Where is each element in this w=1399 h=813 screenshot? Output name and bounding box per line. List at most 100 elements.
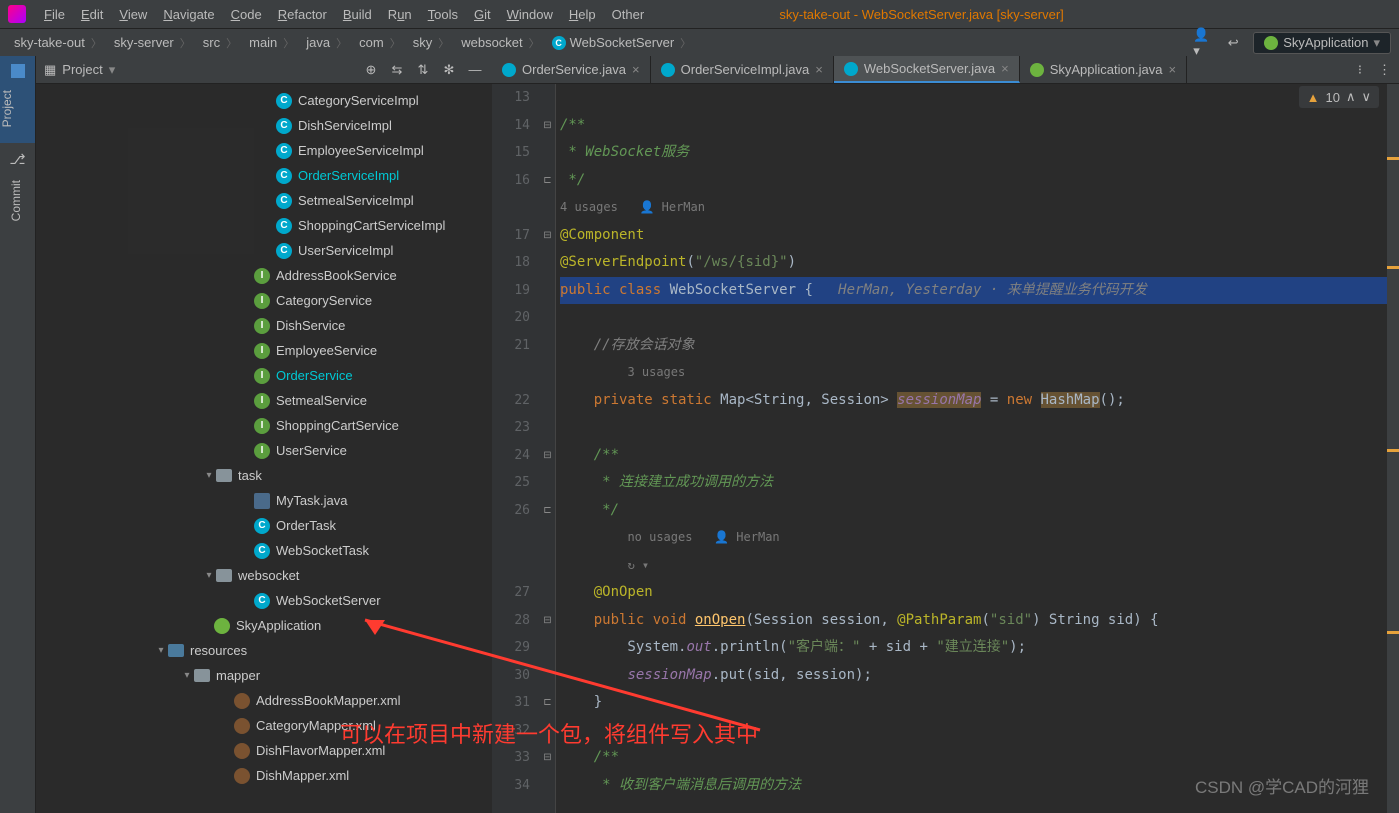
tree-row[interactable]: DishFlavorMapper.xml	[36, 738, 492, 763]
chevron-down-icon[interactable]: ∨	[1361, 89, 1371, 105]
editor-body[interactable]: 1314151617181920212223242526272829303132…	[492, 84, 1399, 813]
hide-icon[interactable]: —	[466, 61, 484, 79]
tree-item-label: OrderServiceImpl	[298, 168, 399, 183]
tree-row[interactable]: ▾task	[36, 463, 492, 488]
warning-icon: ▲	[1307, 90, 1320, 105]
chevron-up-icon[interactable]: ∧	[1346, 89, 1356, 105]
class-icon: C	[276, 243, 292, 259]
breadcrumb-item[interactable]: websocket	[455, 35, 545, 51]
user-icon[interactable]: 👤▾	[1193, 33, 1213, 53]
tree-row[interactable]: SkyApplication	[36, 613, 492, 638]
tree-row[interactable]: ▾websocket	[36, 563, 492, 588]
tree-row[interactable]: AddressBookMapper.xml	[36, 688, 492, 713]
project-tree[interactable]: CCategoryServiceImplCDishServiceImplCEmp…	[36, 84, 492, 813]
menu-view[interactable]: View	[111, 7, 155, 22]
tree-row[interactable]: CategoryMapper.xml	[36, 713, 492, 738]
fold-column[interactable]: ⊟⊏⊟⊟⊏⊟⊏⊟	[540, 84, 556, 813]
class-icon: C	[276, 118, 292, 134]
line-gutter[interactable]: 1314151617181920212223242526272829303132…	[492, 84, 540, 813]
settings-icon[interactable]: ✻	[440, 61, 458, 79]
tree-item-label: resources	[190, 643, 247, 658]
close-tab-icon[interactable]: ×	[815, 62, 823, 77]
back-icon[interactable]: ↩	[1223, 33, 1243, 53]
menu-window[interactable]: Window	[499, 7, 561, 22]
sidebar-header: ▦ Project ▾ ⊕ ⇆ ⇅ ✻ —	[36, 56, 492, 84]
menu-refactor[interactable]: Refactor	[270, 7, 335, 22]
run-configuration[interactable]: SkyApplication ▾	[1253, 32, 1391, 54]
inspection-widget[interactable]: ▲ 10 ∧ ∨	[1299, 86, 1379, 108]
breadcrumb-item[interactable]: src	[197, 35, 243, 51]
breadcrumb-item[interactable]: sky-take-out	[8, 35, 108, 51]
tree-row[interactable]: CCategoryServiceImpl	[36, 88, 492, 113]
app-logo-icon	[8, 5, 26, 23]
tree-row[interactable]: COrderTask	[36, 513, 492, 538]
tree-row[interactable]: ▾mapper	[36, 663, 492, 688]
tree-row[interactable]: CShoppingCartServiceImpl	[36, 213, 492, 238]
tab-list-icon[interactable]: ⁝	[1350, 56, 1370, 83]
breadcrumb-item[interactable]: main	[243, 35, 300, 51]
tree-row[interactable]: MyTask.java	[36, 488, 492, 513]
tree-row[interactable]: CWebSocketServer	[36, 588, 492, 613]
tree-item-label: CategoryMapper.xml	[256, 718, 376, 733]
class-icon	[844, 62, 858, 76]
menu-code[interactable]: Code	[223, 7, 270, 22]
close-tab-icon[interactable]: ×	[1168, 62, 1176, 77]
editor-tab[interactable]: OrderServiceImpl.java×	[651, 56, 834, 83]
breadcrumb-item[interactable]: sky-server	[108, 35, 197, 51]
collapse-all-icon[interactable]: ⇅	[414, 61, 432, 79]
tab-more-icon[interactable]: ⋮	[1370, 56, 1399, 83]
breadcrumb-item[interactable]: java	[300, 35, 353, 51]
menu-help[interactable]: Help	[561, 7, 604, 22]
menu-file[interactable]: File	[36, 7, 73, 22]
tree-row[interactable]: ▾resources	[36, 638, 492, 663]
watermark: CSDN @学CAD的河狸	[1195, 773, 1369, 798]
menu-git[interactable]: Git	[466, 7, 499, 22]
tree-row[interactable]: CDishServiceImpl	[36, 113, 492, 138]
menu-run[interactable]: Run	[380, 7, 420, 22]
editor-tab[interactable]: SkyApplication.java×	[1020, 56, 1187, 83]
tree-item-label: UserService	[276, 443, 347, 458]
project-sidebar: ▦ Project ▾ ⊕ ⇆ ⇅ ✻ — CCategoryServiceIm…	[36, 56, 492, 813]
class-icon: C	[254, 593, 270, 609]
tree-row[interactable]: IOrderService	[36, 363, 492, 388]
editor-tab[interactable]: WebSocketServer.java×	[834, 56, 1020, 83]
error-stripe[interactable]	[1387, 84, 1399, 813]
menu-other[interactable]: Other	[604, 7, 653, 22]
close-tab-icon[interactable]: ×	[1001, 61, 1009, 76]
breadcrumb-item[interactable]: com	[353, 35, 407, 51]
tree-item-label: SetmealService	[276, 393, 367, 408]
select-opened-file-icon[interactable]: ⊕	[362, 61, 380, 79]
menu-edit[interactable]: Edit	[73, 7, 111, 22]
tree-row[interactable]: IUserService	[36, 438, 492, 463]
menu-build[interactable]: Build	[335, 7, 380, 22]
menu-tools[interactable]: Tools	[420, 7, 466, 22]
sidebar-title[interactable]: ▦ Project ▾	[44, 62, 115, 78]
tree-item-label: websocket	[238, 568, 299, 583]
menu-navigate[interactable]: Navigate	[155, 7, 222, 22]
tree-item-label: WebSocketTask	[276, 543, 369, 558]
tree-row[interactable]: CWebSocketTask	[36, 538, 492, 563]
code-content[interactable]: /** * WebSocket服务 */4 usages 👤 HerMan@Co…	[556, 84, 1387, 813]
tree-row[interactable]: IAddressBookService	[36, 263, 492, 288]
commit-tool-button[interactable]: ⎇ Commit	[9, 143, 25, 237]
breadcrumb-item[interactable]: CWebSocketServer	[546, 35, 698, 51]
breadcrumb-item[interactable]: sky	[407, 35, 456, 51]
tree-row[interactable]: C OrderServiceImpl	[36, 163, 492, 188]
class-icon: C	[276, 168, 292, 184]
tree-row[interactable]: IEmployeeService	[36, 338, 492, 363]
interface-icon: I	[254, 343, 270, 359]
tree-row[interactable]: CSetmealServiceImpl	[36, 188, 492, 213]
tree-row[interactable]: IShoppingCartService	[36, 413, 492, 438]
project-tool-button[interactable]: Project	[0, 56, 35, 143]
tree-item-label: DishMapper.xml	[256, 768, 349, 783]
tree-row[interactable]: DishMapper.xml	[36, 763, 492, 788]
editor-tab[interactable]: OrderService.java×	[492, 56, 651, 83]
expand-all-icon[interactable]: ⇆	[388, 61, 406, 79]
close-tab-icon[interactable]: ×	[632, 62, 640, 77]
class-icon: C	[276, 218, 292, 234]
tree-row[interactable]: CEmployeeServiceImpl	[36, 138, 492, 163]
tree-row[interactable]: ISetmealService	[36, 388, 492, 413]
tree-row[interactable]: ICategoryService	[36, 288, 492, 313]
tree-row[interactable]: IDishService	[36, 313, 492, 338]
tree-row[interactable]: CUserServiceImpl	[36, 238, 492, 263]
